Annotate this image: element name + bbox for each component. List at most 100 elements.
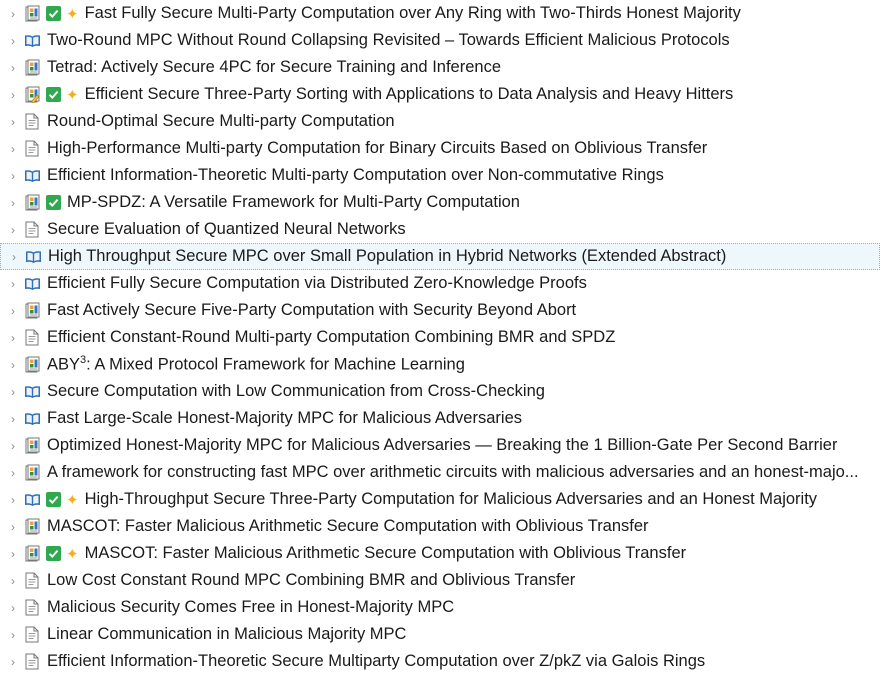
tree-row[interactable]: › High-Performance Multi-party Computatio…	[0, 135, 880, 162]
expand-chevron-icon[interactable]: ›	[6, 304, 20, 318]
book-icon	[23, 490, 41, 510]
item-title: Fast Actively Secure Five-Party Computat…	[47, 301, 577, 319]
expand-chevron-icon[interactable]: ›	[6, 115, 20, 129]
check-mark-icon	[46, 492, 61, 507]
tree-row[interactable]: › MP-SPDZ: A Versatile Framework for Mult…	[0, 189, 880, 216]
item-title: Secure Evaluation of Quantized Neural Ne…	[47, 220, 406, 238]
book-icon	[23, 274, 41, 294]
expand-chevron-icon[interactable]: ›	[6, 601, 20, 615]
expand-chevron-icon[interactable]: ›	[6, 169, 20, 183]
tree-row[interactable]: › Secure Computation with Low Communicati…	[0, 378, 880, 405]
item-title: High Throughput Secure MPC over Small Po…	[48, 247, 727, 265]
item-title: Efficient Information-Theoretic Multi-pa…	[47, 166, 664, 184]
check-mark-icon	[46, 546, 61, 561]
journal-article-icon	[23, 517, 41, 537]
journal-article-icon	[23, 193, 41, 213]
expand-chevron-icon[interactable]: ›	[6, 466, 20, 480]
tree-row[interactable]: › High Throughput Secure MPC over Small P…	[0, 243, 880, 270]
document-icon	[23, 112, 41, 132]
tree-row[interactable]: › Efficient Information-Theoretic Multi-p…	[0, 162, 880, 189]
tree-row[interactable]: › Efficient Fully Secure Computation via …	[0, 270, 880, 297]
expand-chevron-icon[interactable]: ›	[6, 439, 20, 453]
item-title: High-Throughput Secure Three-Party Compu…	[84, 490, 818, 508]
tree-row[interactable]: › Tetrad: Actively Secure 4PC for Secure …	[0, 54, 880, 81]
expand-chevron-icon[interactable]: ›	[6, 574, 20, 588]
book-icon	[23, 382, 41, 402]
item-title: Efficient Secure Three-Party Sorting wit…	[84, 85, 734, 103]
expand-chevron-icon[interactable]: ›	[6, 547, 20, 561]
expand-chevron-icon[interactable]: ›	[6, 196, 20, 210]
item-title: Tetrad: Actively Secure 4PC for Secure T…	[47, 58, 501, 76]
expand-chevron-icon[interactable]: ›	[6, 7, 20, 21]
item-tree: › ✦ Fast Fully Secure Multi-Party Computat…	[0, 0, 882, 682]
document-icon	[23, 652, 41, 672]
tree-row[interactable]: › ✦ Fast Fully Secure Multi-Party Computat…	[0, 0, 880, 27]
tree-row[interactable]: › Fast Large-Scale Honest-Majority MPC fo…	[0, 405, 880, 432]
sparkle-icon: ✦	[66, 545, 79, 563]
tree-row[interactable]: › Efficient Constant-Round Multi-party Co…	[0, 324, 880, 351]
sparkle-icon: ✦	[66, 491, 79, 509]
journal-article-icon	[23, 463, 41, 483]
expand-chevron-icon[interactable]: ›	[6, 412, 20, 426]
tree-row[interactable]: › MASCOT: Faster Malicious Arithmetic Sec…	[0, 513, 880, 540]
tree-row[interactable]: › Efficient Information-Theoretic Secure …	[0, 648, 880, 675]
tree-row[interactable]: › Secure Evaluation of Quantized Neural N…	[0, 216, 880, 243]
item-title: Efficient Constant-Round Multi-party Com…	[47, 328, 616, 346]
item-title: Fast Large-Scale Honest-Majority MPC for…	[47, 409, 522, 427]
item-title: MASCOT: Faster Malicious Arithmetic Secu…	[84, 544, 687, 562]
expand-chevron-icon[interactable]: ›	[6, 277, 20, 291]
item-title: Malicious Security Comes Free in Honest-…	[47, 598, 455, 616]
tree-row[interactable]: › Two-Round MPC Without Round Collapsing …	[0, 27, 880, 54]
journal-article-icon	[23, 4, 41, 24]
expand-chevron-icon[interactable]: ›	[6, 628, 20, 642]
item-title: Efficient Information-Theoretic Secure M…	[47, 652, 706, 670]
item-title: High-Performance Multi-party Computation…	[47, 139, 708, 157]
item-title: Fast Fully Secure Multi-Party Computatio…	[84, 4, 741, 22]
document-icon	[23, 598, 41, 618]
item-title: A framework for constructing fast MPC ov…	[47, 463, 859, 481]
item-title: Secure Computation with Low Communicatio…	[47, 382, 545, 400]
expand-chevron-icon[interactable]: ›	[6, 331, 20, 345]
check-mark-icon	[46, 6, 61, 21]
expand-chevron-icon[interactable]: ›	[6, 223, 20, 237]
document-icon	[23, 571, 41, 591]
check-mark-icon	[46, 87, 61, 102]
document-icon	[23, 328, 41, 348]
tree-row[interactable]: › Malicious Security Comes Free in Honest…	[0, 594, 880, 621]
expand-chevron-icon[interactable]: ›	[6, 655, 20, 669]
book-icon	[23, 409, 41, 429]
tree-row[interactable]: › A framework for constructing fast MPC o…	[0, 459, 880, 486]
journal-article-icon	[23, 58, 41, 78]
expand-chevron-icon[interactable]: ›	[6, 34, 20, 48]
journal-article-edit-icon	[23, 85, 41, 105]
document-icon	[23, 625, 41, 645]
expand-chevron-icon[interactable]: ›	[6, 142, 20, 156]
expand-chevron-icon[interactable]: ›	[7, 250, 21, 264]
book-icon	[24, 247, 42, 267]
tree-row[interactable]: › Low Cost Constant Round MPC Combining B…	[0, 567, 880, 594]
expand-chevron-icon[interactable]: ›	[6, 493, 20, 507]
book-icon	[23, 31, 41, 51]
expand-chevron-icon[interactable]: ›	[6, 61, 20, 75]
item-title: Low Cost Constant Round MPC Combining BM…	[47, 571, 576, 589]
tree-row[interactable]: › ABY3: A Mixed Protocol Framework for Ma…	[0, 351, 880, 378]
tree-row[interactable]: › Linear Communication in Malicious Major…	[0, 621, 880, 648]
tree-row[interactable]: › Fast Actively Secure Five-Party Computa…	[0, 297, 880, 324]
document-icon	[23, 220, 41, 240]
item-title: Two-Round MPC Without Round Collapsing R…	[47, 31, 730, 49]
check-mark-icon	[46, 195, 61, 210]
expand-chevron-icon[interactable]: ›	[6, 520, 20, 534]
expand-chevron-icon[interactable]: ›	[6, 88, 20, 102]
journal-article-icon	[23, 544, 41, 564]
tree-row[interactable]: › Optimized Honest-Majority MPC for Malic…	[0, 432, 880, 459]
expand-chevron-icon[interactable]: ›	[6, 358, 20, 372]
item-title: Efficient Fully Secure Computation via D…	[47, 274, 587, 292]
item-title: Optimized Honest-Majority MPC for Malici…	[47, 436, 838, 454]
tree-row[interactable]: › ✦ MASCOT: Faster Malicious Arithmetic Se…	[0, 540, 880, 567]
tree-row[interactable]: › ✦ High-Throughput Secure Three-Party Com…	[0, 486, 880, 513]
expand-chevron-icon[interactable]: ›	[6, 385, 20, 399]
item-title: Linear Communication in Malicious Majori…	[47, 625, 407, 643]
journal-article-icon	[23, 436, 41, 456]
tree-row[interactable]: › Round-Optimal Secure Multi-party Comput…	[0, 108, 880, 135]
tree-row[interactable]: › ✦ Efficient Secure Three-Party Sorting w…	[0, 81, 880, 108]
